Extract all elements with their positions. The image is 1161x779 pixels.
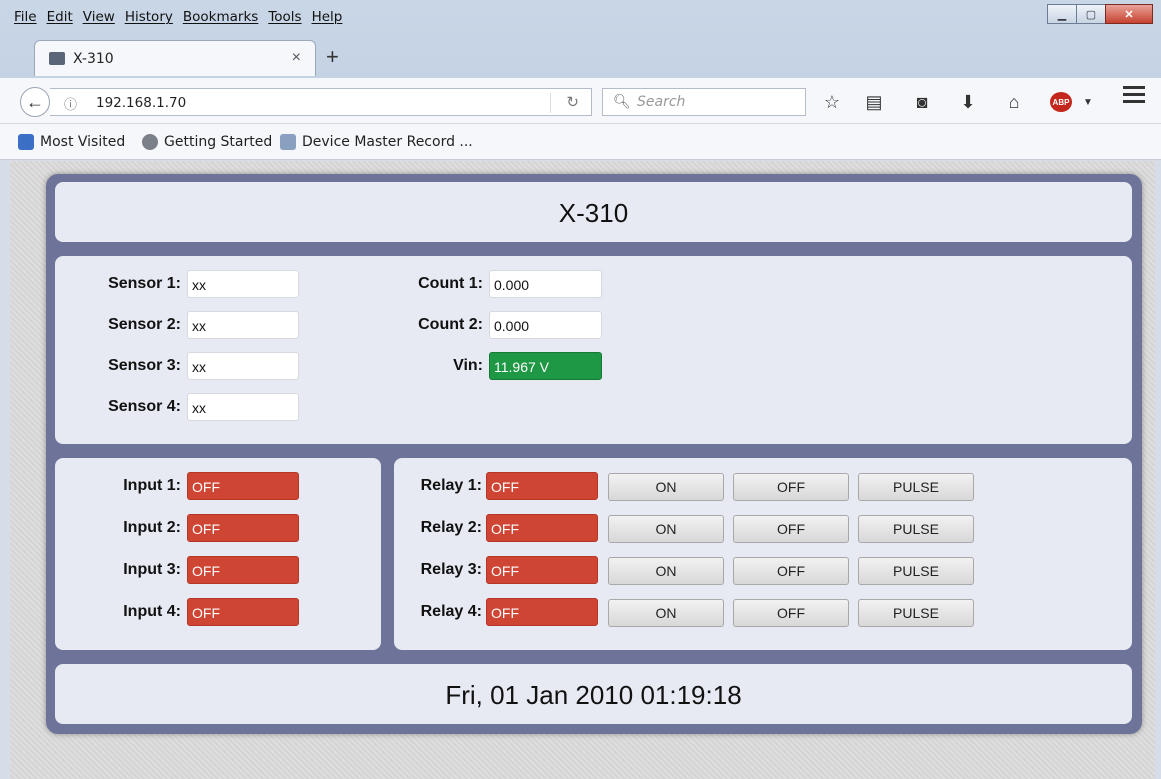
sensor-2-label: Sensor 2: [108,316,181,333]
sensor-1-label: Sensor 1: [108,275,181,292]
relay-1-on-button[interactable]: ON [608,473,724,501]
most-visited-icon [18,134,34,150]
search-input[interactable]: 🔍︎ Search [602,88,806,116]
tab-bar: X-310 × + [0,36,1161,78]
search-icon: 🔍︎ [613,93,631,109]
relay-4-label: Relay 4: [420,603,482,620]
tab-close-icon[interactable]: × [292,49,301,67]
menu-edit[interactable]: Edit [47,9,73,25]
sensor-card: Sensor 1: xx Sensor 2: xx Sensor 3: xx S… [55,256,1132,444]
relay-3-on-button[interactable]: ON [608,557,724,585]
relay-1-status: OFF [486,472,598,500]
sensor-4-label: Sensor 4: [108,398,181,415]
relay-1-label: Relay 1: [420,477,482,494]
nav-bar: ← ⓘ 192.168.1.70 ↻ 🔍︎ Search ☆ ▤ ◙ ⬇ ⌂ A… [0,78,1161,124]
close-window-button[interactable]: ✕ [1105,4,1153,24]
menu-file[interactable]: File [14,9,37,25]
input-2-label: Input 2: [123,519,181,536]
relay-3-status: OFF [486,556,598,584]
relay-2-pulse-button[interactable]: PULSE [858,515,974,543]
tab-favicon-icon [49,52,65,65]
new-tab-icon[interactable]: + [326,44,339,70]
bookmark-device-master-record[interactable]: Device Master Record ... [280,134,473,150]
sensor-4-value: xx [187,393,299,421]
bookmark-label: Getting Started [164,134,273,150]
relay-3-label: Relay 3: [420,561,482,578]
menu-bar: File Edit View History Bookmarks Tools H… [0,0,1161,36]
relay-2-status: OFF [486,514,598,542]
tab-title: X-310 [73,51,114,67]
relay-2-label: Relay 2: [420,519,482,536]
relay-2-off-button[interactable]: OFF [733,515,849,543]
bookmark-label: Most Visited [40,134,126,150]
sensor-2-value: xx [187,311,299,339]
input-3-status: OFF [187,556,299,584]
input-4-status: OFF [187,598,299,626]
download-icon[interactable]: ⬇ [954,88,982,116]
bookmark-getting-started[interactable]: Getting Started [142,134,272,150]
menu-bookmarks[interactable]: Bookmarks [183,9,258,25]
input-1-status: OFF [187,472,299,500]
browser-chrome: File Edit View History Bookmarks Tools H… [0,0,1161,160]
count-1-label: Count 1: [418,275,483,292]
maximize-button[interactable]: ▢ [1076,4,1106,24]
globe-icon [142,134,158,150]
vin-label: Vin: [453,357,483,374]
adblock-icon[interactable]: ABP [1050,92,1072,112]
relay-4-status: OFF [486,598,598,626]
input-1-label: Input 1: [123,477,181,494]
title-card: X-310 [55,182,1132,242]
vin-value: 11.967 V [489,352,602,380]
input-2-status: OFF [187,514,299,542]
input-3-label: Input 3: [123,561,181,578]
bookmark-page-icon [280,134,296,150]
menu-help[interactable]: Help [312,9,343,25]
relay-card: Relay 1: OFF ON OFF PULSE Relay 2: OFF O… [394,458,1132,650]
bookmark-label: Device Master Record ... [302,134,473,150]
info-icon[interactable]: ⓘ [64,94,77,113]
menu-view[interactable]: View [83,9,115,25]
input-card: Input 1: OFF Input 2: OFF Input 3: OFF I… [55,458,381,650]
relay-4-pulse-button[interactable]: PULSE [858,599,974,627]
url-bar[interactable]: ⓘ 192.168.1.70 ↻ [50,88,592,116]
relay-1-pulse-button[interactable]: PULSE [858,473,974,501]
bookmark-star-icon[interactable]: ☆ [818,88,846,116]
count-1-value: 0.000 [489,270,602,298]
relay-4-off-button[interactable]: OFF [733,599,849,627]
page-viewport: X-310 Sensor 1: xx Sensor 2: xx Sensor 3… [10,161,1155,779]
device-panel: X-310 Sensor 1: xx Sensor 2: xx Sensor 3… [46,174,1142,734]
hamburger-menu-icon[interactable] [1123,86,1145,104]
menu-history[interactable]: History [125,9,173,25]
input-4-label: Input 4: [123,603,181,620]
relay-3-off-button[interactable]: OFF [733,557,849,585]
sensor-1-value: xx [187,270,299,298]
count-2-value: 0.000 [489,311,602,339]
relay-4-on-button[interactable]: ON [608,599,724,627]
chevron-down-icon[interactable]: ▼ [1074,88,1102,116]
sensor-3-label: Sensor 3: [108,357,181,374]
minimize-button[interactable]: ▁ [1047,4,1077,24]
search-placeholder: Search [637,94,686,110]
bookmarks-bar: Most Visited Getting Started Device Mast… [0,124,1161,160]
datetime-display: Fri, 01 Jan 2010 01:19:18 [445,680,742,710]
reload-icon[interactable]: ↻ [566,93,579,111]
relay-1-off-button[interactable]: OFF [733,473,849,501]
url-text[interactable]: 192.168.1.70 [96,95,186,111]
relay-3-pulse-button[interactable]: PULSE [858,557,974,585]
pocket-icon[interactable]: ◙ [908,88,936,116]
menu-tools[interactable]: Tools [268,9,301,25]
sensor-3-value: xx [187,352,299,380]
back-arrow-icon[interactable]: ← [20,87,50,117]
url-divider [550,93,551,113]
bookmark-most-visited[interactable]: Most Visited [18,134,125,150]
page-title: X-310 [558,198,629,228]
tab-x310[interactable]: X-310 × [34,40,316,76]
datetime-card: Fri, 01 Jan 2010 01:19:18 [55,664,1132,724]
count-2-label: Count 2: [418,316,483,333]
reading-list-icon[interactable]: ▤ [860,88,888,116]
relay-2-on-button[interactable]: ON [608,515,724,543]
home-icon[interactable]: ⌂ [1000,88,1028,116]
